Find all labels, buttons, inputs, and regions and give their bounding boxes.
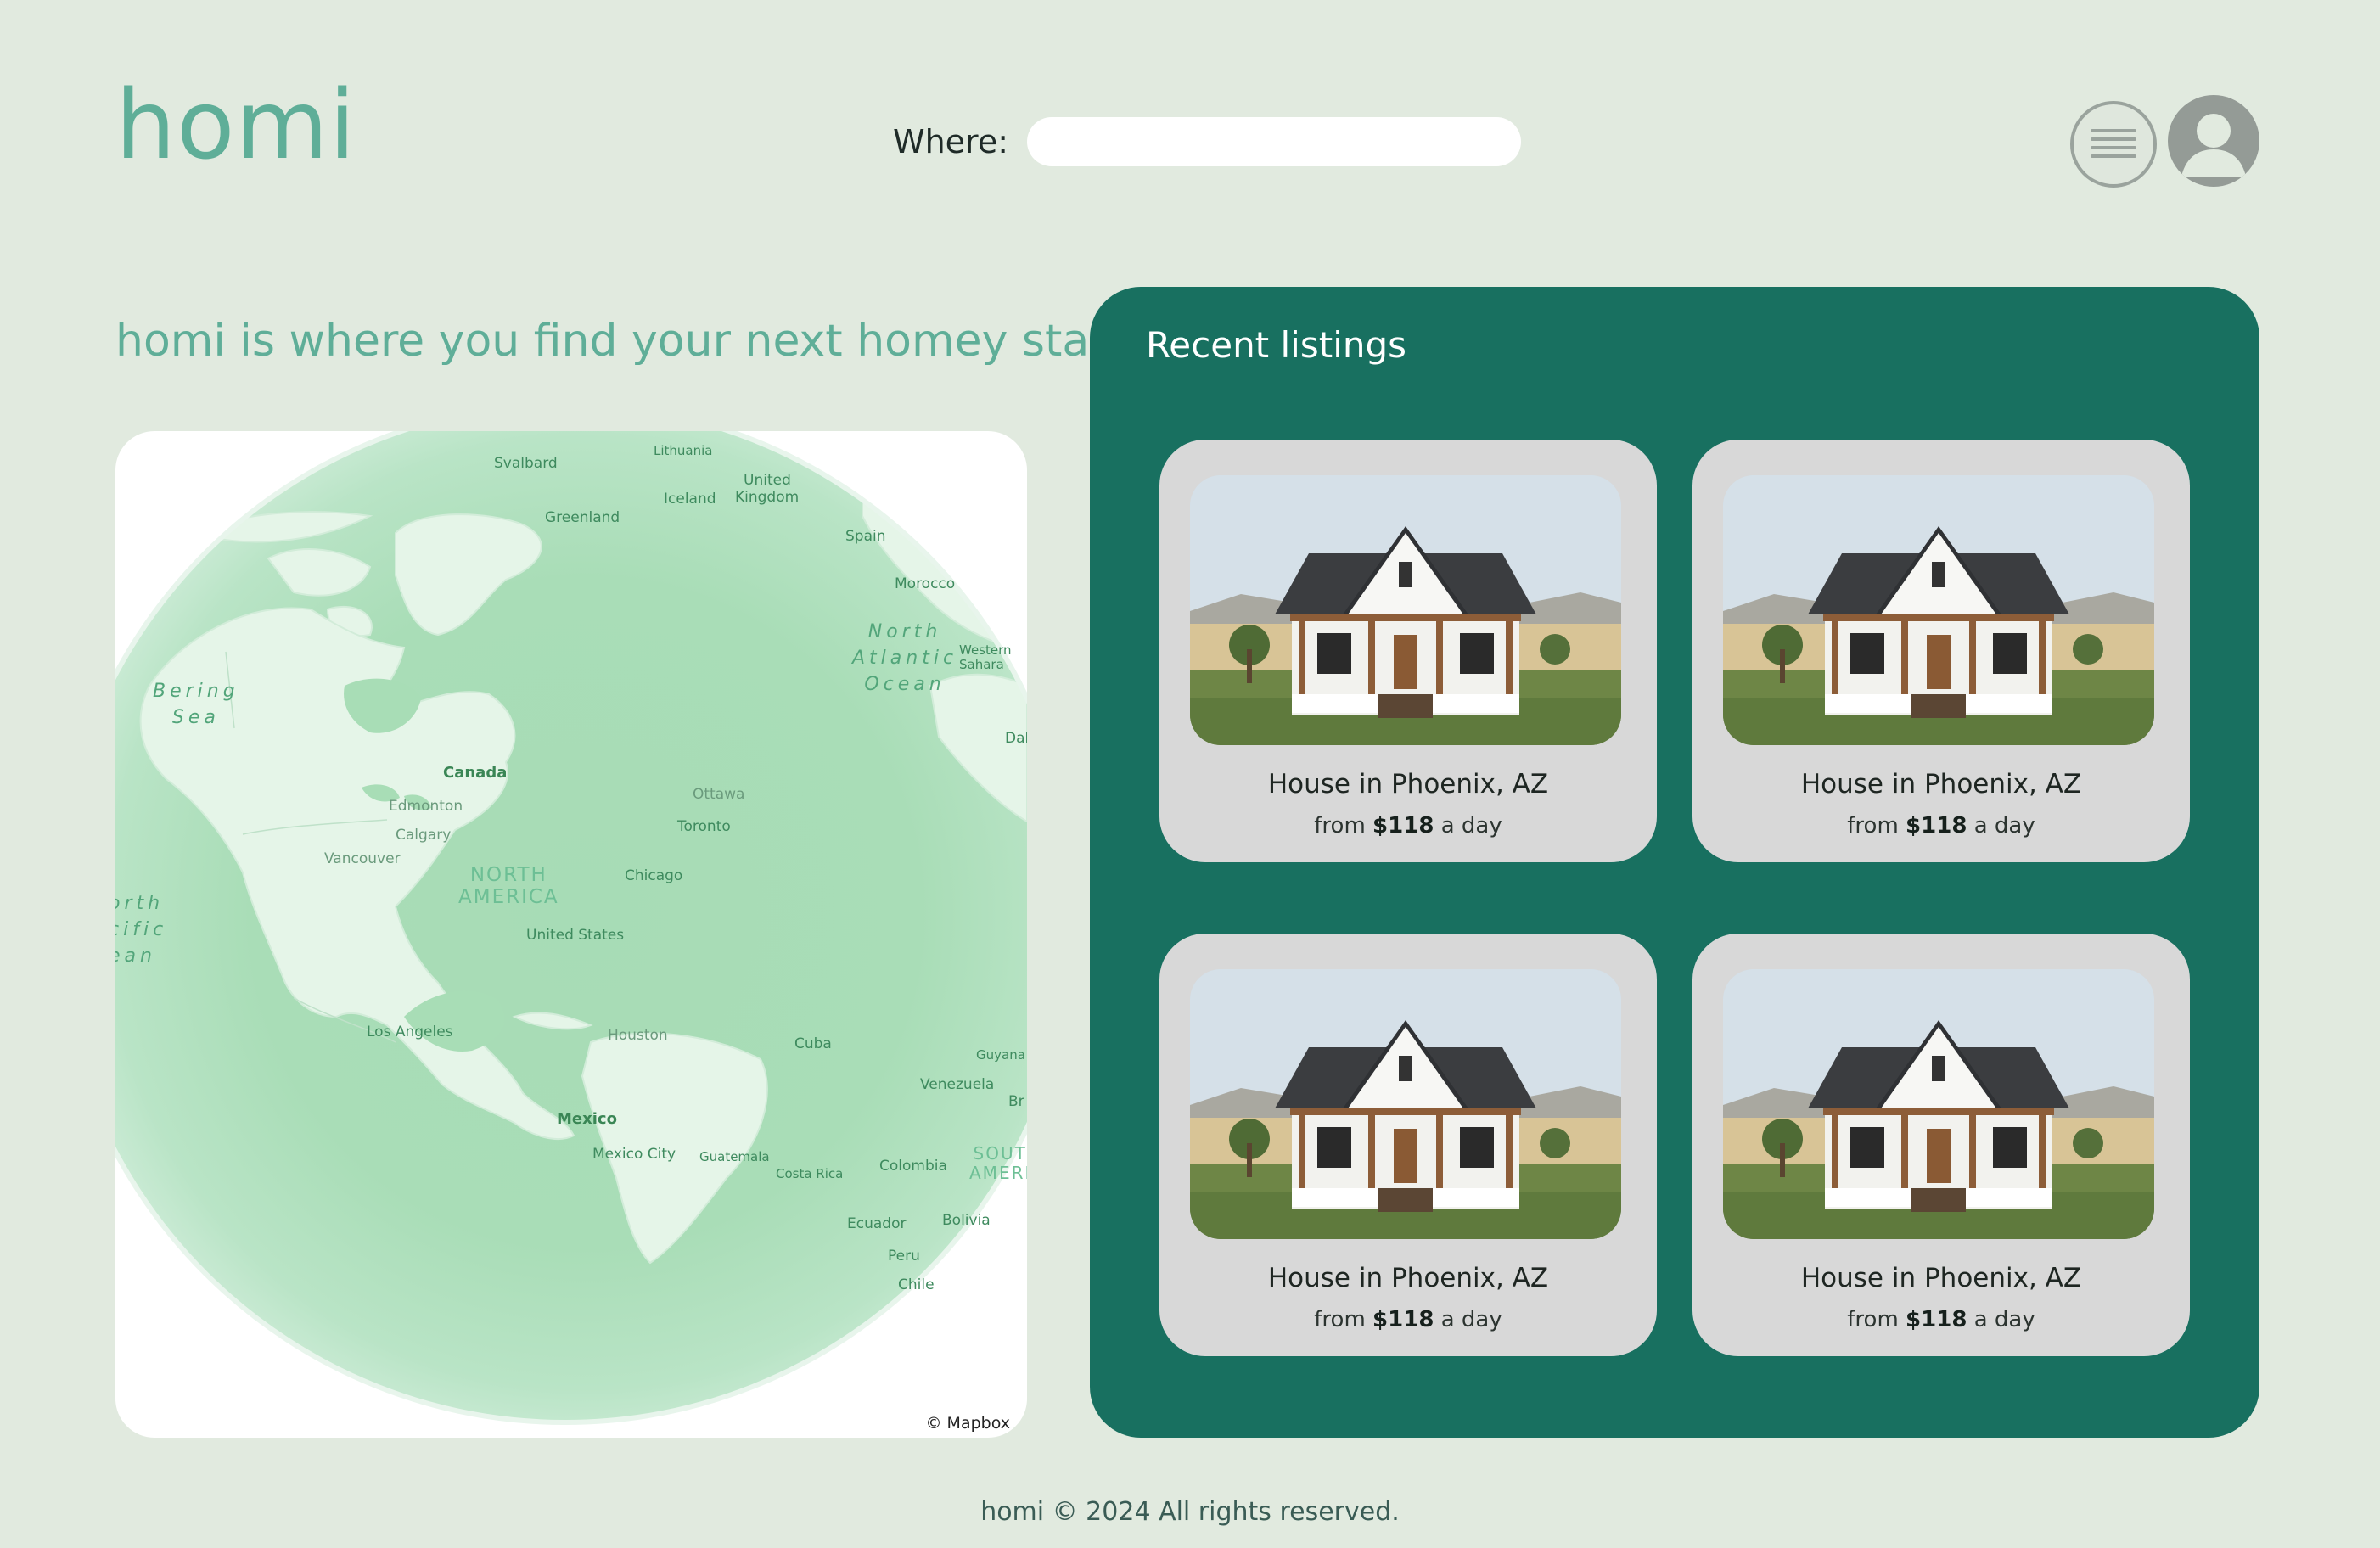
- map-label-iceland: Iceland: [664, 491, 716, 508]
- map-label-costa-rica: Costa Rica: [776, 1166, 844, 1181]
- where-input[interactable]: [1027, 117, 1522, 166]
- house-photo-graphic: [1190, 475, 1621, 745]
- user-avatar-icon: [2181, 114, 2246, 177]
- listing-card[interactable]: House in Phoenix, AZ from $118 a day: [1692, 934, 2190, 1356]
- map-label-dak: Dak: [1005, 730, 1027, 747]
- listing-photo: [1723, 475, 2154, 745]
- map-label-north-america: NORTH AMERICA: [458, 864, 559, 909]
- hamburger-menu-icon: [2091, 129, 2136, 158]
- listing-photo: [1190, 475, 1621, 745]
- map-label-venezuela: Venezuela: [920, 1076, 995, 1093]
- map-label-mexico-city: Mexico City: [592, 1146, 676, 1163]
- map[interactable]: Svalbard Lithuania United Kingdom Icelan…: [115, 431, 1027, 1438]
- map-label-north-pacific: orth cific ean: [115, 893, 168, 967]
- listing-title: House in Phoenix, AZ: [1800, 1263, 2082, 1293]
- listing-title: House in Phoenix, AZ: [1800, 769, 2082, 799]
- map-label-united-kingdom-2: Kingdom: [735, 489, 800, 506]
- map-label-peru: Peru: [888, 1248, 920, 1265]
- listing-price: from $118 a day: [1314, 813, 1502, 838]
- footer-copyright: homi © 2024 All rights reserved.: [980, 1497, 1400, 1527]
- map-label-lithuania: Lithuania: [654, 443, 713, 458]
- where-label: Where:: [893, 123, 1009, 160]
- map-label-ecuador: Ecuador: [847, 1215, 907, 1232]
- map-label-toronto: Toronto: [677, 818, 731, 835]
- house-photo-graphic: [1723, 969, 2154, 1239]
- map-label-guatemala: Guatemala: [699, 1149, 770, 1164]
- menu-button[interactable]: [2070, 101, 2157, 188]
- where-search: Where:: [893, 117, 1522, 166]
- recent-listings-panel: Recent listings House in Phoenix, AZ fro…: [1090, 287, 2259, 1438]
- homepage: homi Where: homi is where you find your …: [0, 0, 2380, 1548]
- map-label-south-america: SOUTH AMERIC: [969, 1143, 1027, 1183]
- map-label-chicago: Chicago: [625, 867, 683, 884]
- house-photo-graphic: [1723, 475, 2154, 745]
- listing-price: from $118 a day: [1847, 1307, 2035, 1332]
- map-attribution[interactable]: © Mapbox: [925, 1414, 1010, 1433]
- listing-title: House in Phoenix, AZ: [1267, 769, 1549, 799]
- listing-card[interactable]: House in Phoenix, AZ from $118 a day: [1159, 934, 1657, 1356]
- map-label-mexico: Mexico: [557, 1110, 617, 1128]
- map-label-edmonton: Edmonton: [389, 798, 463, 815]
- map-label-western-sahara: Western Sahara: [959, 642, 1012, 673]
- map-label-united-kingdom: United: [744, 472, 791, 489]
- house-photo-graphic: [1190, 969, 1621, 1239]
- map-label-chile: Chile: [898, 1276, 935, 1293]
- map-label-colombia: Colombia: [879, 1158, 947, 1175]
- map-label-morocco: Morocco: [895, 575, 956, 592]
- map-label-los-angeles: Los Angeles: [367, 1024, 453, 1040]
- map-label-bering-sea: Bering Sea: [153, 681, 239, 728]
- map-label-canada: Canada: [443, 764, 508, 782]
- listing-price: from $118 a day: [1314, 1307, 1502, 1332]
- map-label-calgary: Calgary: [396, 827, 452, 844]
- logo[interactable]: homi: [115, 78, 356, 173]
- listing-card[interactable]: House in Phoenix, AZ from $118 a day: [1692, 440, 2190, 862]
- map-label-north-atlantic: North Atlantic Ocean: [852, 621, 958, 695]
- map-label-spain: Spain: [845, 528, 886, 545]
- map-label-ottawa: Ottawa: [693, 786, 745, 803]
- map-label-guyana: Guyana: [976, 1047, 1025, 1063]
- listing-photo: [1723, 969, 2154, 1239]
- map-label-houston: Houston: [608, 1027, 668, 1044]
- map-label-cuba: Cuba: [794, 1035, 832, 1052]
- map-label-bolivia: Bolivia: [942, 1212, 991, 1229]
- profile-button[interactable]: [2168, 95, 2259, 187]
- hero-tagline: homi is where you find your next homey s…: [115, 316, 1116, 367]
- listing-card[interactable]: House in Phoenix, AZ from $118 a day: [1159, 440, 1657, 862]
- map-label-svalbard: Svalbard: [494, 455, 558, 472]
- map-label-greenland: Greenland: [545, 509, 620, 526]
- map-label-br: Br: [1008, 1093, 1024, 1110]
- listing-price: from $118 a day: [1847, 813, 2035, 838]
- map-label-united-states: United States: [526, 927, 625, 944]
- recent-listings-title: Recent listings: [1146, 324, 1407, 366]
- listing-title: House in Phoenix, AZ: [1267, 1263, 1549, 1293]
- map-label-vancouver: Vancouver: [324, 850, 401, 867]
- listing-photo: [1190, 969, 1621, 1239]
